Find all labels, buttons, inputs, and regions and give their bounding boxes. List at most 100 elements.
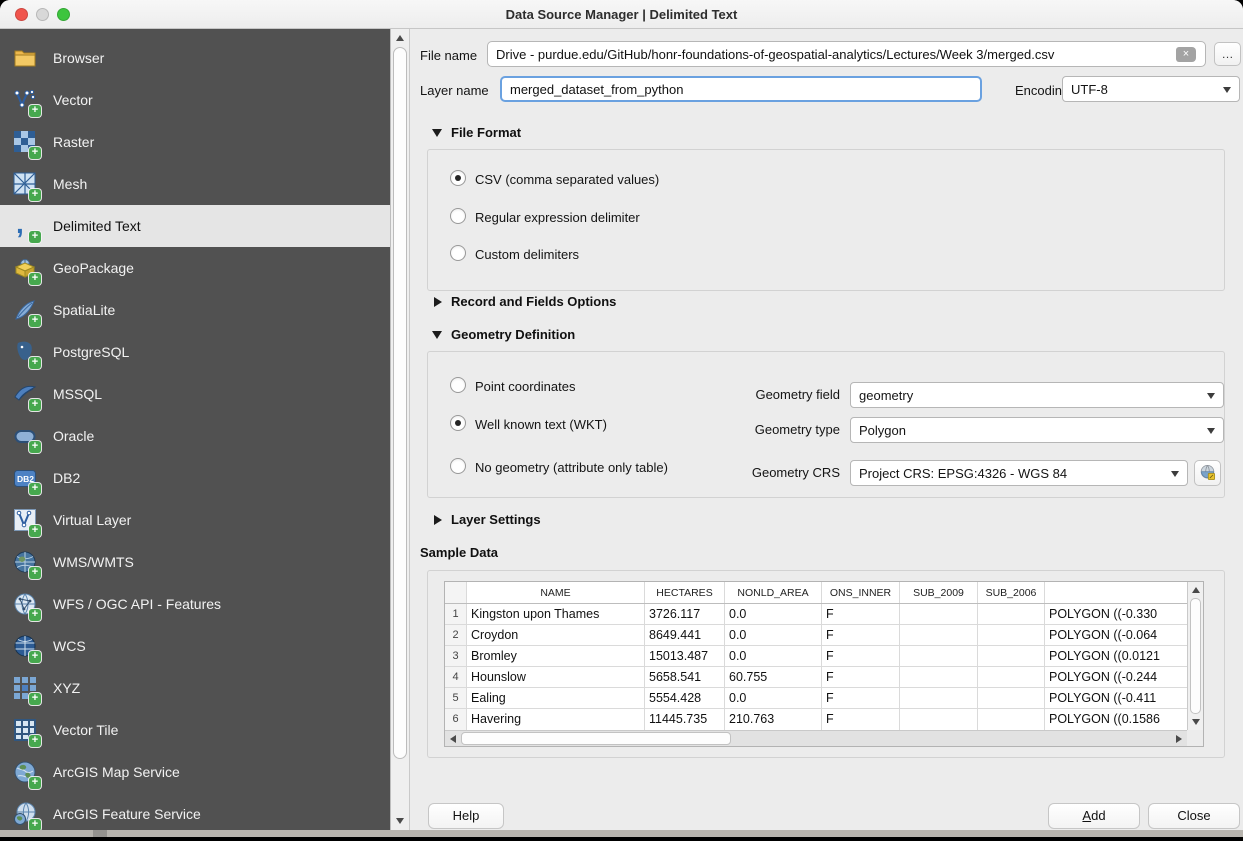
cell-ons-inner: F <box>822 604 900 624</box>
scroll-right-icon[interactable] <box>1176 735 1182 743</box>
column-header[interactable] <box>1045 582 1187 603</box>
scroll-left-icon[interactable] <box>450 735 456 743</box>
scroll-up-icon[interactable] <box>396 35 404 41</box>
sidebar-item-db2[interactable]: DB2 + DB2 <box>0 457 390 499</box>
vector-icon: + <box>12 87 39 113</box>
add-badge-icon: + <box>29 441 41 453</box>
sidebar-item-wfs-ogc-api[interactable]: + WFS / OGC API - Features <box>0 583 390 625</box>
column-header[interactable]: NAME <box>467 582 645 603</box>
sidebar-item-xyz[interactable]: + XYZ <box>0 667 390 709</box>
sidebar-item-vector-tile[interactable]: + Vector Tile <box>0 709 390 751</box>
add-button[interactable]: Add <box>1048 803 1140 829</box>
radio-regex-delimiter[interactable] <box>450 208 466 224</box>
encoding-select[interactable]: UTF-8 <box>1062 76 1240 102</box>
file-name-label: File name <box>420 48 477 63</box>
sidebar-item-label: DB2 <box>53 470 80 486</box>
sidebar-item-browser[interactable]: Browser <box>0 37 390 79</box>
close-window-icon[interactable] <box>15 8 28 21</box>
sidebar-item-arcgis-map-service[interactable]: + ArcGIS Map Service <box>0 751 390 793</box>
sidebar-item-wms-wmts[interactable]: + WMS/WMTS <box>0 541 390 583</box>
add-badge-icon: + <box>29 399 41 411</box>
scrollbar-thumb[interactable] <box>393 47 407 759</box>
data-source-manager-dialog: Data Source Manager | Delimited Text Bro… <box>0 0 1243 841</box>
table-row[interactable]: 6 Havering 11445.735 210.763 F POLYGON (… <box>445 709 1187 730</box>
radio-custom-delimiters[interactable] <box>450 245 466 261</box>
table-vertical-scrollbar[interactable] <box>1187 582 1203 730</box>
column-header[interactable]: SUB_2006 <box>978 582 1045 603</box>
add-badge-icon: + <box>29 231 41 243</box>
radio-point-coordinates[interactable] <box>450 377 466 393</box>
layer-settings-section-header[interactable]: Layer Settings <box>434 512 541 527</box>
sidebar-item-mesh[interactable]: + Mesh <box>0 163 390 205</box>
column-header[interactable] <box>445 582 467 603</box>
geometry-field-select[interactable]: geometry <box>850 382 1224 408</box>
geometry-crs-label: Geometry CRS <box>608 465 840 480</box>
sidebar-item-raster[interactable]: + Raster <box>0 121 390 163</box>
radio-no-geometry[interactable] <box>450 458 466 474</box>
scrollbar-thumb[interactable] <box>461 732 731 745</box>
geometry-crs-select[interactable]: Project CRS: EPSG:4326 - WGS 84 <box>850 460 1188 486</box>
traffic-lights <box>15 8 70 21</box>
minimize-window-icon[interactable] <box>36 8 49 21</box>
table-row[interactable]: 4 Hounslow 5658.541 60.755 F POLYGON ((-… <box>445 667 1187 688</box>
column-header[interactable]: NONLD_AREA <box>725 582 822 603</box>
column-header[interactable]: HECTARES <box>645 582 725 603</box>
layer-name-input[interactable] <box>500 76 982 102</box>
table-row[interactable]: 1 Kingston upon Thames 3726.117 0.0 F PO… <box>445 604 1187 625</box>
cell-nonld-area: 0.0 <box>725 604 822 624</box>
sidebar-item-delimited-text[interactable]: , + Delimited Text <box>0 205 390 247</box>
help-button[interactable]: Help <box>428 803 504 829</box>
cell-wkt: POLYGON ((-0.244 <box>1045 667 1187 687</box>
crs-globe-icon <box>1198 463 1217 482</box>
cell-sub-2009 <box>900 709 978 730</box>
scroll-down-icon[interactable] <box>396 818 404 824</box>
geometry-definition-section-header[interactable]: Geometry Definition <box>432 327 575 342</box>
scroll-up-icon[interactable] <box>1192 587 1200 593</box>
browse-file-button[interactable]: … <box>1214 42 1241 66</box>
radio-csv[interactable] <box>450 170 466 186</box>
cell-nonld-area: 210.763 <box>725 709 822 730</box>
delimited-text-panel: File name × … Layer name Encoding UTF-8 … <box>410 29 1243 830</box>
section-triangle-icon <box>432 129 442 137</box>
select-crs-button[interactable] <box>1194 460 1221 486</box>
sidebar-item-geopackage[interactable]: + GeoPackage <box>0 247 390 289</box>
geometry-type-select[interactable]: Polygon <box>850 417 1224 443</box>
scroll-down-icon[interactable] <box>1192 719 1200 725</box>
scrollbar-thumb[interactable] <box>1190 598 1201 714</box>
tile-grid-icon: + <box>12 717 39 743</box>
chevron-down-icon <box>1207 428 1215 434</box>
file-name-input[interactable] <box>487 41 1206 67</box>
sidebar-item-vector[interactable]: + Vector <box>0 79 390 121</box>
mesh-icon: + <box>12 171 39 197</box>
section-title: File Format <box>451 125 521 140</box>
record-fields-section-header[interactable]: Record and Fields Options <box>434 294 616 309</box>
zoom-window-icon[interactable] <box>57 8 70 21</box>
table-row[interactable]: 3 Bromley 15013.487 0.0 F POLYGON ((0.01… <box>445 646 1187 667</box>
cell-ons-inner: F <box>822 709 900 730</box>
radio-wkt[interactable] <box>450 415 466 431</box>
column-header[interactable]: SUB_2009 <box>900 582 978 603</box>
row-number: 5 <box>445 688 467 708</box>
column-header[interactable]: ONS_INNER <box>822 582 900 603</box>
cell-sub-2009 <box>900 667 978 687</box>
geometry-field-label: Geometry field <box>608 387 840 402</box>
clear-file-name-icon[interactable]: × <box>1176 47 1196 62</box>
close-button[interactable]: Close <box>1148 803 1240 829</box>
sidebar-item-mssql[interactable]: + MSSQL <box>0 373 390 415</box>
sidebar-item-spatialite[interactable]: + SpatiaLite <box>0 289 390 331</box>
cell-sub-2009 <box>900 688 978 708</box>
cell-wkt: POLYGON ((-0.411 <box>1045 688 1187 708</box>
sidebar-item-wcs[interactable]: + WCS <box>0 625 390 667</box>
table-row[interactable]: 5 Ealing 5554.428 0.0 F POLYGON ((-0.411 <box>445 688 1187 709</box>
file-format-section-header[interactable]: File Format <box>432 125 521 140</box>
cell-ons-inner: F <box>822 688 900 708</box>
table-row[interactable]: 2 Croydon 8649.441 0.0 F POLYGON ((-0.06… <box>445 625 1187 646</box>
sidebar-item-arcgis-feature-service[interactable]: + ArcGIS Feature Service <box>0 793 390 830</box>
sidebar-item-postgresql[interactable]: + PostgreSQL <box>0 331 390 373</box>
cell-name: Croydon <box>467 625 645 645</box>
table-horizontal-scrollbar[interactable] <box>445 730 1187 746</box>
sidebar-item-oracle[interactable]: + Oracle <box>0 415 390 457</box>
content-scrollbar[interactable] <box>390 29 410 830</box>
cell-sub-2006 <box>978 604 1045 624</box>
sidebar-item-virtual-layer[interactable]: + Virtual Layer <box>0 499 390 541</box>
